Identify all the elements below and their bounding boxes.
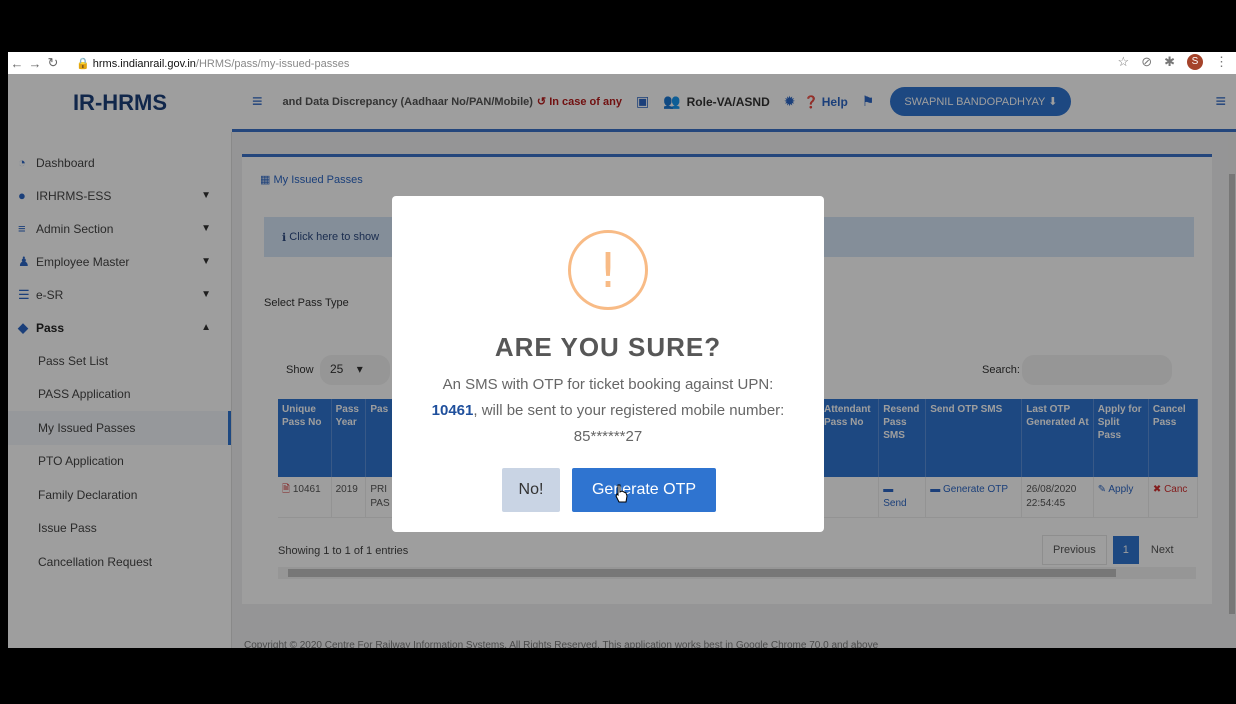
video-letterbox-bottom: [0, 648, 1236, 704]
browser-address-bar: ← → ↻ 🔒 hrms.indianrail.gov.in/HRMS/pass…: [8, 52, 1236, 74]
forward-icon[interactable]: →: [26, 56, 44, 71]
menu-dots-icon[interactable]: ⋮: [1215, 54, 1228, 70]
extension-icon[interactable]: ⊘: [1141, 54, 1152, 70]
video-letterbox-top: [0, 0, 1236, 52]
warning-icon: !: [568, 230, 648, 310]
profile-avatar[interactable]: S: [1187, 54, 1203, 70]
url-field[interactable]: 🔒 hrms.indianrail.gov.in/HRMS/pass/my-is…: [76, 57, 349, 70]
reload-icon[interactable]: ↻: [44, 55, 62, 71]
back-icon[interactable]: ←: [8, 56, 26, 71]
no-button[interactable]: No!: [502, 468, 560, 512]
dialog-title: ARE YOU SURE?: [494, 332, 722, 362]
dialog-message: An SMS with OTP for ticket booking again…: [431, 376, 785, 445]
hand-cursor-icon: [615, 484, 628, 503]
confirm-dialog: ! ARE YOU SURE? An SMS with OTP for tick…: [392, 196, 824, 532]
puzzle-icon[interactable]: ✱: [1164, 54, 1175, 70]
generate-otp-button[interactable]: Generate OTP: [572, 468, 716, 512]
star-icon[interactable]: ☆: [1118, 54, 1130, 70]
